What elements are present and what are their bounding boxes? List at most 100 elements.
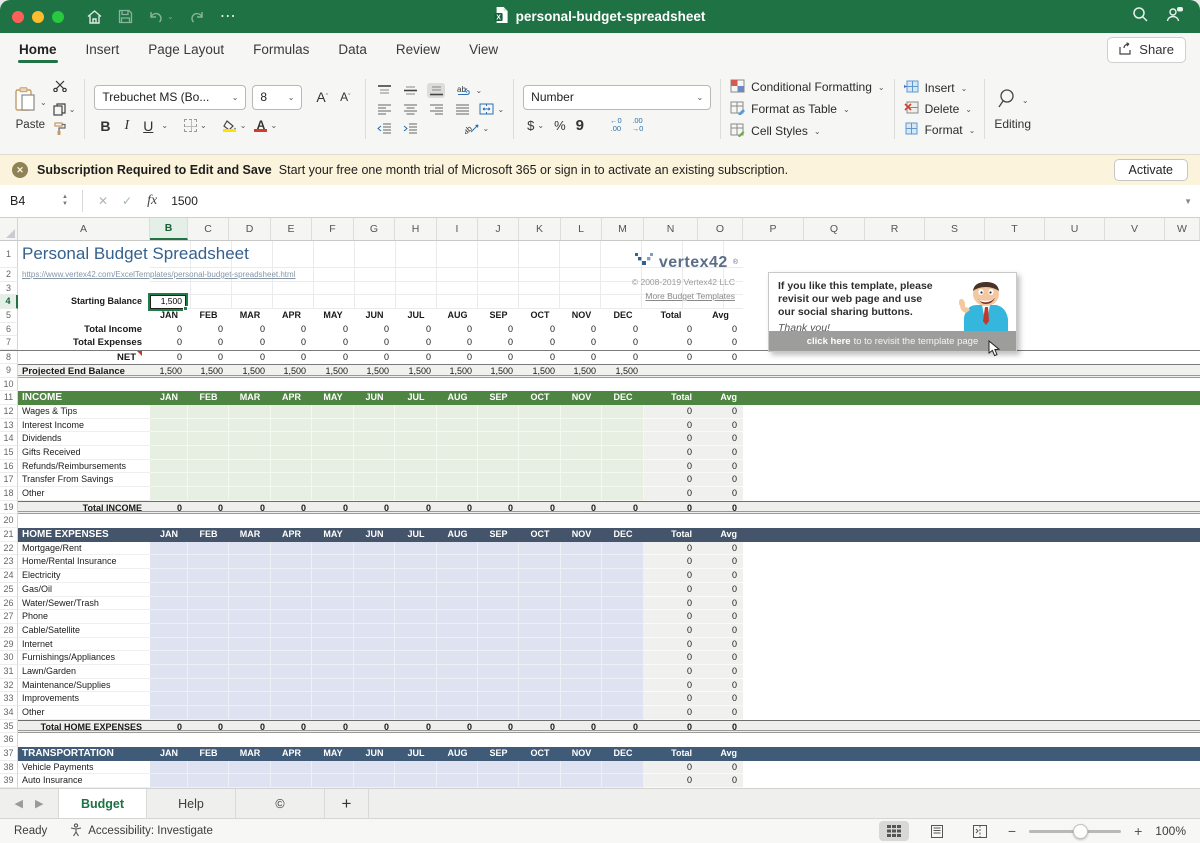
cell[interactable] xyxy=(271,487,312,501)
cell[interactable]: 0 xyxy=(478,323,519,337)
cell[interactable] xyxy=(150,405,188,419)
item-label[interactable]: Cable/Satellite xyxy=(18,624,150,638)
cell[interactable] xyxy=(271,651,312,665)
cell[interactable] xyxy=(188,761,229,775)
font-name-select[interactable]: Trebuchet MS (Bo...⌄ xyxy=(94,85,246,110)
undo-icon[interactable]: ⌄ xyxy=(148,9,174,24)
cell[interactable] xyxy=(312,419,354,433)
cell[interactable]: 0 xyxy=(188,721,229,731)
cell[interactable] xyxy=(229,706,271,720)
total-cell[interactable]: 0 xyxy=(644,761,698,775)
cell[interactable] xyxy=(478,692,519,706)
share-button[interactable]: Share xyxy=(1107,37,1186,63)
cell[interactable] xyxy=(561,692,602,706)
row-number-11[interactable]: 11 xyxy=(0,391,18,405)
cell[interactable]: 1,500 xyxy=(354,365,395,375)
total-header[interactable]: Total xyxy=(644,309,698,323)
row-number-4[interactable]: 4 xyxy=(0,295,18,309)
cell[interactable] xyxy=(312,638,354,652)
cell[interactable] xyxy=(561,610,602,624)
cell[interactable]: 0 xyxy=(561,502,602,512)
item-label[interactable]: Phone xyxy=(18,610,150,624)
cell[interactable] xyxy=(519,555,561,569)
cell[interactable] xyxy=(312,555,354,569)
item-label[interactable]: Transfer From Savings xyxy=(18,473,150,487)
orientation-button[interactable]: ab⌄ xyxy=(465,122,489,134)
avg-cell[interactable]: 0 xyxy=(698,597,743,611)
underline-chevron-icon[interactable]: ⌄ xyxy=(161,121,168,130)
cell[interactable] xyxy=(519,542,561,556)
cell[interactable] xyxy=(519,583,561,597)
cell[interactable]: 0 xyxy=(478,336,519,350)
item-label[interactable]: Maintenance/Supplies xyxy=(18,679,150,693)
cell[interactable]: 1,500 xyxy=(150,365,188,375)
cell[interactable]: 0 xyxy=(354,336,395,350)
avg-cell[interactable]: 0 xyxy=(698,721,743,731)
total-cell[interactable]: 0 xyxy=(644,638,698,652)
cell[interactable]: 0 xyxy=(271,323,312,337)
cell[interactable] xyxy=(312,583,354,597)
total-cell[interactable] xyxy=(644,365,698,375)
cell[interactable] xyxy=(395,542,437,556)
cell[interactable] xyxy=(395,665,437,679)
cell[interactable] xyxy=(602,473,644,487)
month-header[interactable]: MAY xyxy=(312,528,354,542)
month-header[interactable]: NOV xyxy=(561,391,602,405)
row-number-38[interactable]: 38 xyxy=(0,761,18,775)
tab-view[interactable]: View xyxy=(468,35,499,64)
cell[interactable] xyxy=(602,692,644,706)
accessibility-status[interactable]: Accessibility: Investigate xyxy=(69,823,213,840)
zoom-out-button[interactable]: − xyxy=(1008,823,1016,839)
prev-sheet-icon[interactable]: ◀ xyxy=(15,797,23,810)
row-label[interactable]: Total HOME EXPENSES xyxy=(18,721,150,731)
column-header-V[interactable]: V xyxy=(1105,218,1165,240)
fullscreen-window-button[interactable] xyxy=(52,11,64,23)
month-header[interactable]: JAN xyxy=(150,391,188,405)
row-number-8[interactable]: 8 xyxy=(0,351,18,364)
row-number-37[interactable]: 37 xyxy=(0,747,18,761)
copy-button[interactable]: ⌄ xyxy=(53,103,76,116)
row-number-36[interactable]: 36 xyxy=(0,733,18,747)
item-label[interactable]: Electricity xyxy=(18,569,150,583)
revisit-template-button[interactable]: click here to to revisit the template pa… xyxy=(769,331,1016,351)
cell[interactable] xyxy=(519,569,561,583)
column-header-C[interactable]: C xyxy=(188,218,229,240)
total-cell[interactable]: 0 xyxy=(644,323,698,337)
cell[interactable] xyxy=(150,651,188,665)
cell[interactable] xyxy=(354,405,395,419)
item-label[interactable]: Vehicle Payments xyxy=(18,761,150,775)
cell[interactable] xyxy=(271,542,312,556)
zoom-slider-thumb[interactable] xyxy=(1073,824,1088,839)
tab-insert[interactable]: Insert xyxy=(85,35,121,64)
cell[interactable] xyxy=(519,665,561,679)
avg-cell[interactable]: 0 xyxy=(698,774,743,788)
cell[interactable] xyxy=(478,597,519,611)
cell[interactable] xyxy=(312,665,354,679)
avg-cell[interactable]: 0 xyxy=(698,569,743,583)
cell[interactable] xyxy=(271,706,312,720)
cell[interactable] xyxy=(561,774,602,788)
format-as-table-button[interactable]: Format as Table⌄ xyxy=(730,101,884,118)
month-header[interactable]: JUN xyxy=(354,309,395,323)
month-header[interactable]: MAY xyxy=(312,309,354,323)
avg-cell[interactable]: 0 xyxy=(698,419,743,433)
row-number-20[interactable]: 20 xyxy=(0,514,18,528)
cell[interactable] xyxy=(519,624,561,638)
cell[interactable] xyxy=(395,706,437,720)
cell[interactable] xyxy=(478,446,519,460)
cell[interactable]: 0 xyxy=(395,336,437,350)
cell[interactable] xyxy=(561,460,602,474)
month-header[interactable]: SEP xyxy=(478,391,519,405)
avg-cell[interactable]: 0 xyxy=(698,351,743,364)
cell[interactable] xyxy=(229,624,271,638)
cell[interactable] xyxy=(188,774,229,788)
cell[interactable]: 0 xyxy=(478,351,519,364)
cell[interactable] xyxy=(229,692,271,706)
cell[interactable] xyxy=(478,665,519,679)
cell[interactable] xyxy=(395,446,437,460)
month-header[interactable]: OCT xyxy=(519,309,561,323)
cell[interactable] xyxy=(519,487,561,501)
cell[interactable] xyxy=(561,432,602,446)
row-number-28[interactable]: 28 xyxy=(0,624,18,638)
cell[interactable] xyxy=(561,405,602,419)
